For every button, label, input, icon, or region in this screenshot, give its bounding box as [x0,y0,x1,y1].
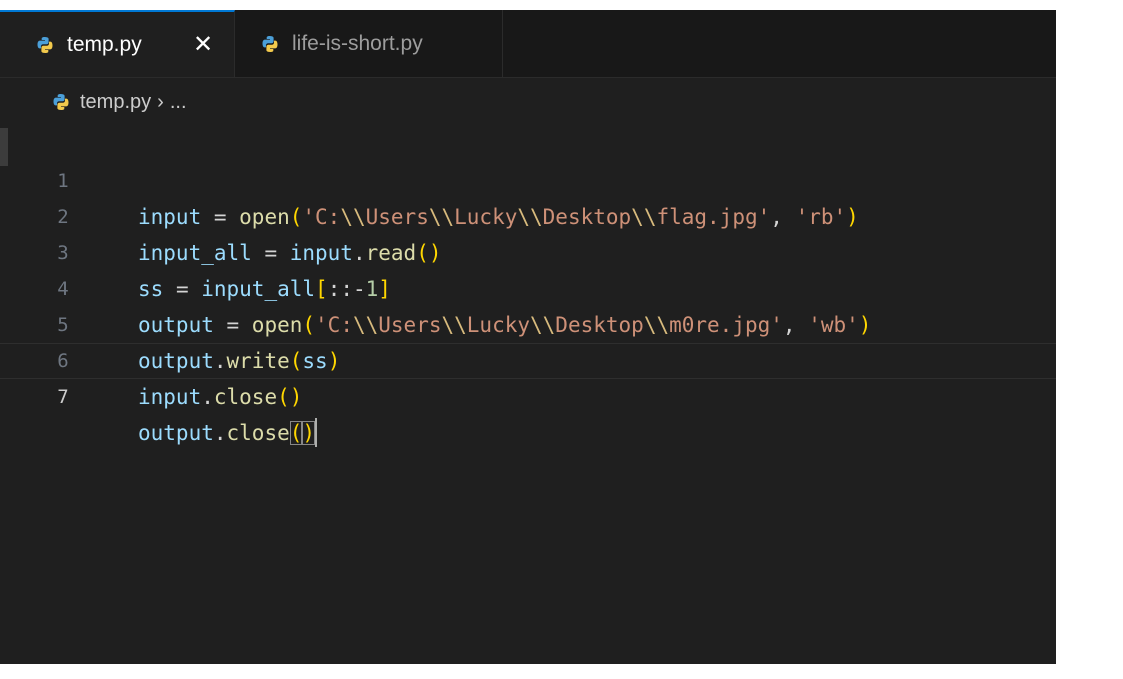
code-text: input.close() [138,385,303,409]
chevron-right-icon: › [157,90,164,113]
editor-window: temp.py ✕ life-is-short.py temp.py › ...… [0,10,1056,664]
code-line[interactable]: 6 input.close() [0,307,1056,409]
tab-label: temp.py [67,32,142,56]
matched-bracket: ) [302,421,316,445]
python-icon [37,36,53,53]
python-icon [53,94,69,110]
tab-label: life-is-short.py [292,31,423,55]
python-icon [262,35,278,52]
code-line[interactable]: 1 input = open('C:\\Users\\Lucky\\Deskto… [0,127,1056,229]
tab-life-is-short-py[interactable]: life-is-short.py [235,10,503,77]
close-icon[interactable]: ✕ [188,30,218,60]
code-line[interactable]: 3 ss = input_all[::-1] [0,199,1056,301]
code-line[interactable]: 5 output.write(ss) [0,271,1056,373]
tab-bar: temp.py ✕ life-is-short.py [0,10,1056,78]
text-cursor [315,418,318,447]
line-number: 7 [57,386,69,408]
matched-bracket: ( [289,421,303,445]
code-line[interactable]: 4 output = open('C:\\Users\\Lucky\\Deskt… [0,235,1056,337]
code-line[interactable]: 2 input_all = input.read() [0,163,1056,265]
breadcrumb-symbol[interactable]: ... [170,91,187,114]
tab-temp-py[interactable]: temp.py ✕ [0,10,235,77]
code-line-current[interactable]: 7 output.close() [0,343,1056,447]
code-area[interactable]: 1 input = open('C:\\Users\\Lucky\\Deskto… [0,127,1056,447]
breadcrumb-file[interactable]: temp.py [80,91,151,114]
code-text: output.close() [138,415,318,451]
breadcrumb: temp.py › ... [0,77,1056,127]
